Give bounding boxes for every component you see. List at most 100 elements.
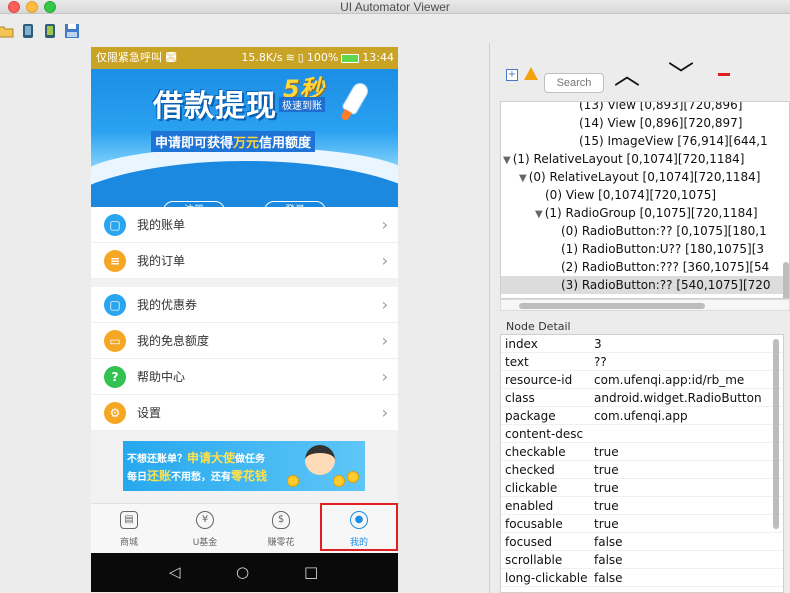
status-right: 15.8K/s ≋ ▯ 100% 13:44 [241, 47, 394, 69]
tree-node[interactable]: (13) View [0,893][720,896] [501, 101, 743, 114]
tree-node-label: (1) RelativeLayout [0,1074][720,1184] [512, 152, 745, 166]
promo-line-1-pre: 不想还账单？ [127, 454, 187, 465]
home-icon[interactable]: ○ [236, 564, 249, 581]
table-row[interactable]: focused false [501, 533, 783, 551]
tree-node[interactable]: (2) RadioButton:??? [360,1075][54 [501, 258, 769, 276]
promo-line-1-highlight: 申请大使 [187, 451, 236, 465]
tree-node[interactable]: ▼ (0) RelativeLayout [0,1074][720,1184] [501, 168, 761, 186]
property-value: com.ufenqi.app:id/rb_me [594, 373, 745, 387]
recent-apps-icon[interactable]: □ [304, 564, 318, 581]
device-screenshot[interactable]: 仅限紧急呼叫 🙫 15.8K/s ≋ ▯ 100% 13:44 借款提现 5秒 … [91, 47, 398, 592]
property-name: class [505, 391, 535, 405]
rocket-icon [342, 81, 370, 115]
table-row[interactable]: content-desc [501, 425, 783, 443]
table-row[interactable]: package com.ufenqi.app [501, 407, 783, 425]
tree-node-label: (0) RadioButton:?? [0,1075][180,1 [561, 224, 767, 238]
order-icon: ≡ [104, 250, 126, 272]
tree-node-label: (14) View [0,896][720,897] [579, 116, 743, 130]
save-icon[interactable] [64, 23, 80, 39]
tree-node[interactable]: ▼ (1) RadioGroup [0,1075][720,1184] [501, 204, 758, 222]
tree-node[interactable]: ▼ (1) RelativeLayout [0,1074][720,1184] [501, 150, 745, 168]
coupon-icon: ▢ [104, 294, 126, 316]
table-row[interactable]: index 3 [501, 335, 783, 353]
selected-node-highlight [320, 503, 398, 551]
warning-icon[interactable] [524, 67, 538, 80]
table-row[interactable]: resource-id com.ufenqi.app:id/rb_me [501, 371, 783, 389]
property-value: true [594, 481, 619, 495]
tree-node[interactable]: (15) ImageView [76,914][644,1 [501, 132, 768, 150]
open-folder-icon[interactable] [0, 23, 14, 39]
back-icon[interactable]: ◁ [169, 564, 181, 581]
property-name: enabled [505, 499, 554, 513]
wifi-icon: ≋ [285, 51, 295, 64]
tab-earn[interactable]: $ 赚零花 [243, 504, 319, 554]
menu-item-help[interactable]: ? 帮助中心 › [91, 359, 398, 395]
scrollbar-thumb[interactable] [519, 303, 705, 309]
settings-icon: ⚙ [104, 402, 126, 424]
tree-node[interactable]: (0) RadioButton:?? [0,1075][180,1 [501, 222, 767, 240]
tab-ufund[interactable]: ¥ U基金 [167, 504, 243, 554]
status-time: 13:44 [362, 51, 394, 64]
property-name: index [505, 337, 538, 351]
detail-vertical-scrollbar[interactable] [773, 339, 779, 529]
menu-item-coupon[interactable]: ▢ 我的优惠券 › [91, 287, 398, 323]
property-value: false [594, 553, 623, 567]
node-detail-table[interactable]: index 3 text?? resource-id com.ufenqi.app:… [500, 334, 784, 593]
hierarchy-panel: + ︿ ﹀ (13) View [0,893][720,896] (14) Vi… [494, 43, 790, 313]
menu-list: ▢ 我的账单 › ≡ 我的订单 › ▢ 我的优惠券 › ▭ 我的免息额度 › ?… [91, 207, 398, 509]
table-row[interactable]: long-clickable false [501, 569, 783, 587]
section-divider [91, 279, 398, 287]
help-icon: ? [104, 366, 126, 388]
table-row[interactable]: class android.widget.RadioButton [501, 389, 783, 407]
battery-percent: 100% [306, 51, 339, 64]
collapse-icon[interactable] [718, 73, 730, 76]
chevron-right-icon: › [381, 251, 388, 270]
search-input[interactable] [544, 73, 604, 93]
tree-node-label: (3) RadioButton:?? [540,1075][720 [561, 278, 771, 292]
tree-node-label: (13) View [0,893][720,896] [579, 101, 743, 112]
tree-node[interactable]: (1) RadioButton:U?? [180,1075][3 [501, 240, 764, 258]
table-row[interactable]: focusable true [501, 515, 783, 533]
menu-item-quota[interactable]: ▭ 我的免息额度 › [91, 323, 398, 359]
promo-line-2-highlight: 还账 [147, 469, 172, 483]
property-value: com.ufenqi.app [594, 409, 688, 423]
device-screenshot-icon[interactable] [20, 23, 36, 39]
property-name: checkable [505, 445, 566, 459]
tree-node-selected[interactable]: (3) RadioButton:?? [540,1075][720 [501, 276, 789, 294]
table-row[interactable]: checkable true [501, 443, 783, 461]
device-screenshot-compressed-icon[interactable] [42, 23, 58, 39]
menu-item-order[interactable]: ≡ 我的订单 › [91, 243, 398, 279]
tree-node-label: (1) RadioGroup [0,1075][720,1184] [544, 206, 758, 220]
promo-line-2-mid: 不用愁，还有 [171, 472, 232, 483]
tab-label: 赚零花 [267, 538, 295, 548]
promo-banner[interactable]: 不想还账单？申请大使做任务 每日还账不用愁，还有零花钱 [123, 441, 365, 491]
property-name: content-desc [505, 427, 584, 441]
chevron-right-icon: › [381, 367, 388, 386]
tab-mall[interactable]: ▤ 商城 [91, 504, 167, 554]
menu-item-label: 设置 [137, 406, 162, 420]
table-row[interactable]: enabled true [501, 497, 783, 515]
coin-icon [347, 471, 359, 483]
tree-node-label: (0) RelativeLayout [0,1074][720,1184] [528, 170, 761, 184]
next-result-icon[interactable]: ﹀ [668, 61, 694, 91]
menu-item-bill[interactable]: ▢ 我的账单 › [91, 207, 398, 243]
hierarchy-tree[interactable]: (13) View [0,893][720,896] (14) View [0,… [500, 101, 790, 299]
tree-node[interactable]: (0) View [0,1074][720,1075] [501, 186, 716, 204]
loan-banner[interactable]: 借款提现 5秒 极速到账 申请即可获得万元信用额度 [91, 69, 398, 207]
chevron-right-icon: › [381, 215, 388, 234]
sim-icon: ▯ [297, 51, 304, 64]
menu-item-label: 我的优惠券 [137, 298, 198, 312]
table-row[interactable]: text?? [501, 353, 783, 371]
tree-node-label: (1) RadioButton:U?? [180,1075][3 [561, 242, 765, 256]
table-row[interactable]: scrollable false [501, 551, 783, 569]
previous-result-icon[interactable]: ︿ [614, 61, 640, 91]
expand-all-icon[interactable]: + [506, 69, 518, 81]
coin-icon [287, 475, 299, 487]
menu-item-settings[interactable]: ⚙ 设置 › [91, 395, 398, 431]
bill-icon: ▢ [104, 214, 126, 236]
tree-horizontal-scrollbar[interactable] [500, 299, 790, 311]
table-row[interactable]: checked true [501, 461, 783, 479]
table-row[interactable]: clickable true [501, 479, 783, 497]
tree-node[interactable]: (14) View [0,896][720,897] [501, 114, 742, 132]
tree-vertical-scrollbar[interactable] [783, 262, 789, 298]
